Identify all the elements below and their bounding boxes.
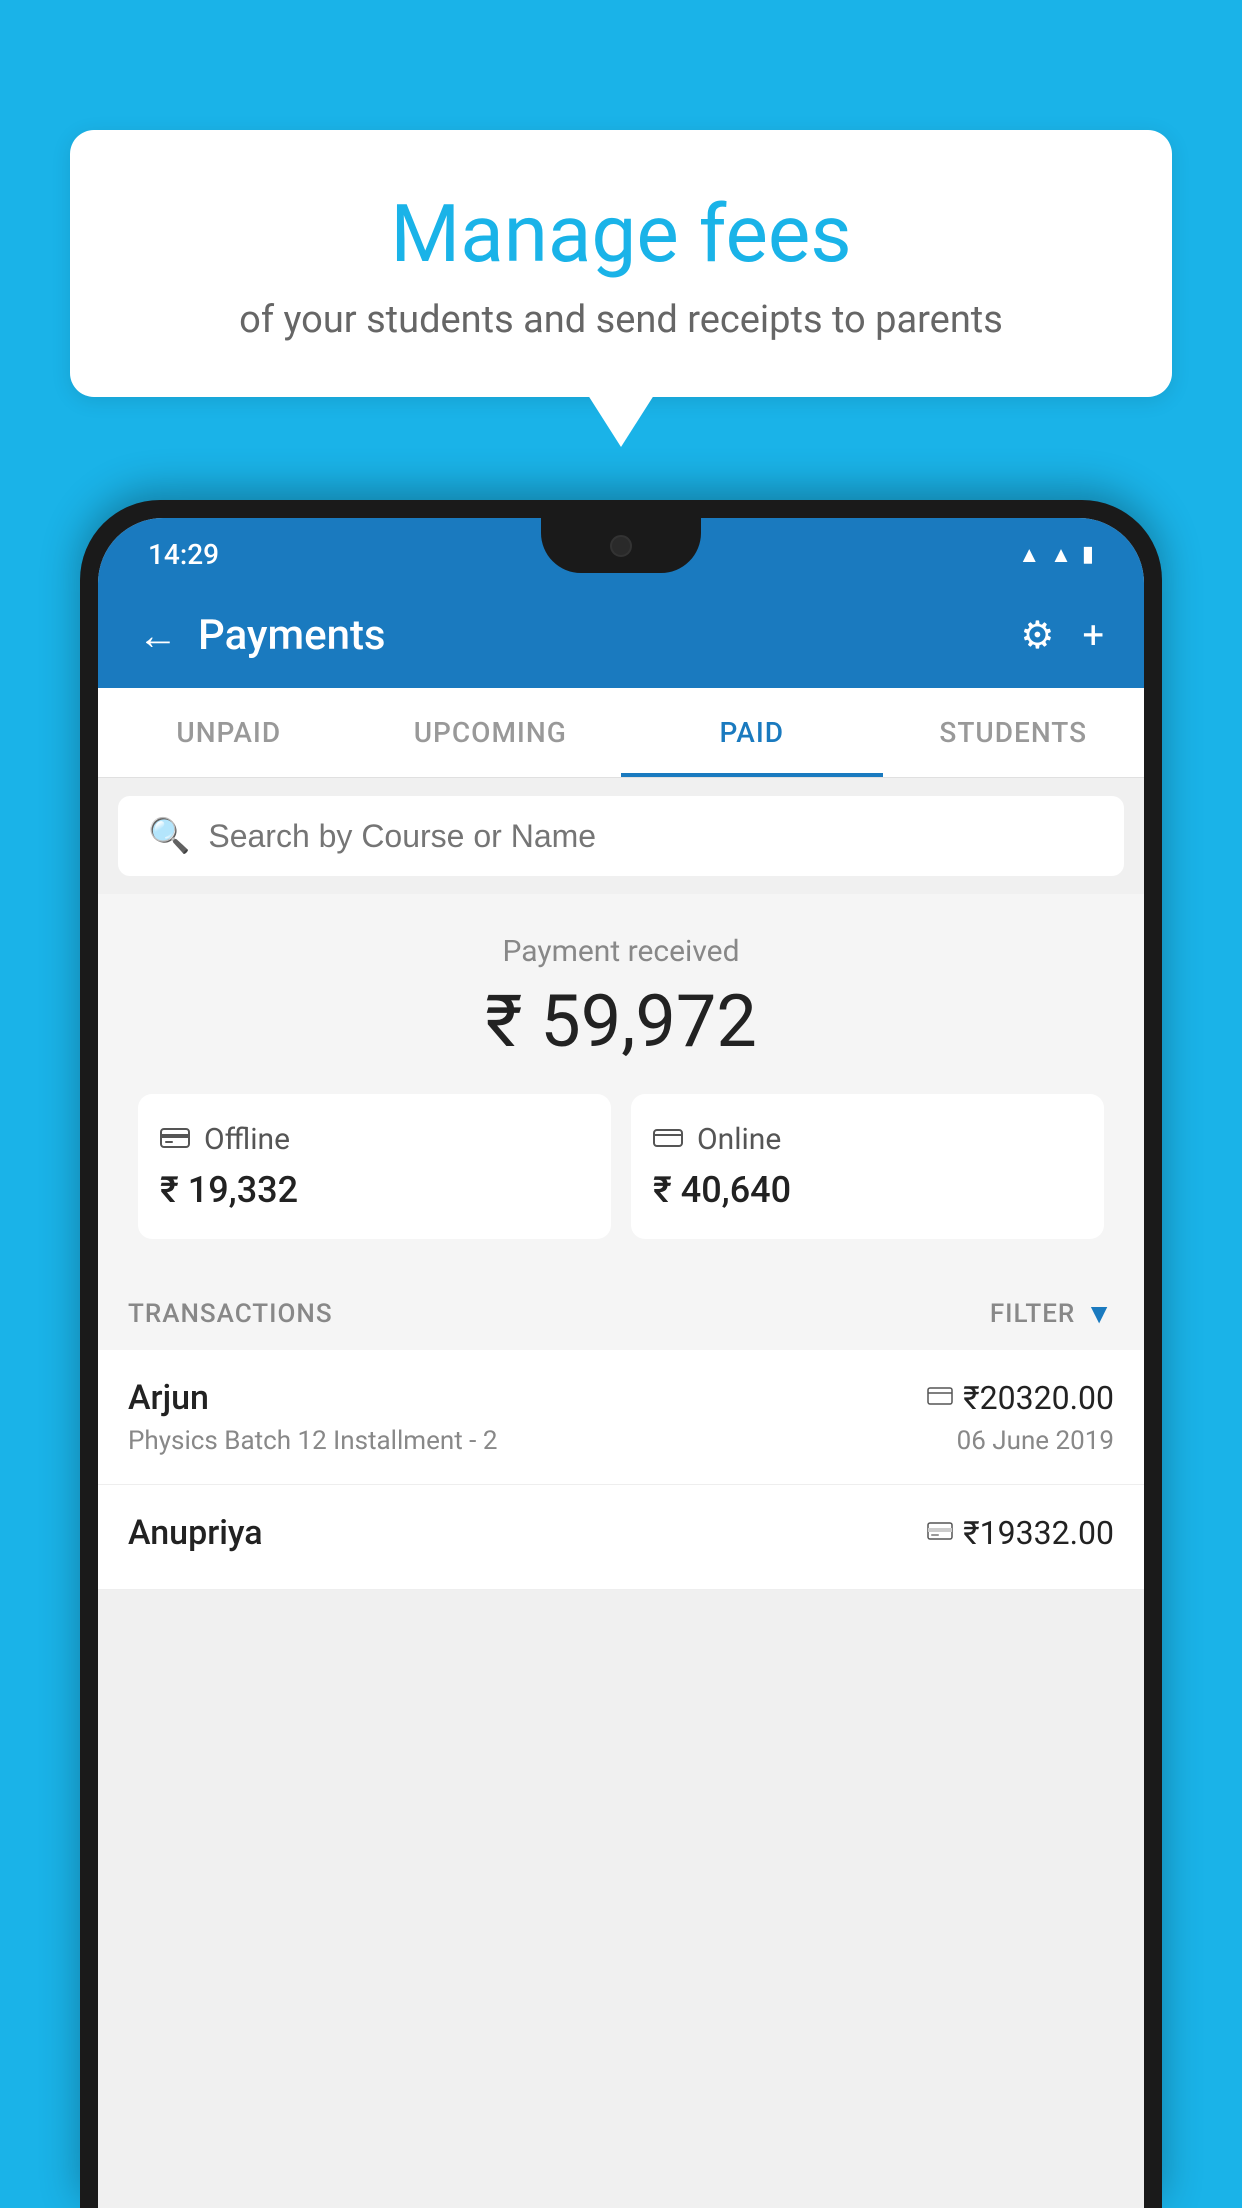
transactions-label: TRANSACTIONS <box>128 1299 333 1329</box>
transaction-amount: ₹20320.00 <box>963 1379 1114 1417</box>
transaction-top: Anupriya ₹19332.00 <box>128 1513 1114 1553</box>
search-inner: 🔍 <box>148 816 1094 856</box>
card-payment-icon <box>927 1383 953 1413</box>
student-name: Anupriya <box>128 1513 263 1553</box>
transactions-header: TRANSACTIONS FILTER ▼ <box>98 1269 1144 1350</box>
filter-label: FILTER <box>990 1299 1075 1329</box>
payment-total: ₹ 59,972 <box>128 979 1114 1064</box>
tab-unpaid[interactable]: UNPAID <box>98 688 360 777</box>
amount-row: ₹20320.00 <box>927 1379 1114 1417</box>
phone-frame: 14:29 ▲ ▲ ▮ ← Payments ⚙ + UNPAID UPCOMI… <box>80 500 1162 2208</box>
filter-button[interactable]: FILTER ▼ <box>990 1297 1114 1330</box>
speech-bubble-section: Manage fees of your students and send re… <box>70 130 1172 397</box>
status-time: 14:29 <box>148 538 219 571</box>
status-icons: ▲ ▲ ▮ <box>1018 542 1094 568</box>
offline-label: Offline <box>204 1122 290 1157</box>
add-icon[interactable]: + <box>1082 614 1104 658</box>
filter-icon: ▼ <box>1085 1297 1114 1330</box>
search-input[interactable] <box>208 818 1094 855</box>
phone-notch <box>541 518 701 573</box>
search-icon: 🔍 <box>148 816 190 856</box>
signal-icon: ▲ <box>1050 542 1072 568</box>
search-bar: 🔍 <box>118 796 1124 876</box>
tab-upcoming[interactable]: UPCOMING <box>360 688 622 777</box>
payment-received-label: Payment received <box>128 934 1114 969</box>
offline-icon <box>160 1122 190 1157</box>
transaction-date: 06 June 2019 <box>957 1426 1114 1456</box>
back-button[interactable]: ← <box>138 612 178 659</box>
offline-card: Offline ₹ 19,332 <box>138 1094 611 1239</box>
course-info: Physics Batch 12 Installment - 2 <box>128 1426 497 1456</box>
tabs-container: UNPAID UPCOMING PAID STUDENTS <box>98 688 1144 778</box>
wifi-icon: ▲ <box>1018 542 1040 568</box>
bubble-subtitle: of your students and send receipts to pa… <box>120 298 1122 342</box>
tab-students[interactable]: STUDENTS <box>883 688 1145 777</box>
tab-paid[interactable]: PAID <box>621 688 883 777</box>
offline-card-header: Offline <box>160 1122 589 1157</box>
battery-icon: ▮ <box>1082 542 1094 567</box>
online-card-header: Online <box>653 1122 1082 1157</box>
online-amount: ₹ 40,640 <box>653 1169 1082 1211</box>
online-label: Online <box>697 1122 781 1157</box>
bubble-title: Manage fees <box>120 190 1122 278</box>
payment-summary: Payment received ₹ 59,972 Offline <box>98 894 1144 1269</box>
student-name: Arjun <box>128 1378 209 1418</box>
payment-cards: Offline ₹ 19,332 Online <box>138 1094 1104 1239</box>
online-icon <box>653 1122 683 1157</box>
app-header: ← Payments ⚙ + <box>98 583 1144 688</box>
transaction-amount: ₹19332.00 <box>963 1514 1114 1552</box>
table-row[interactable]: Anupriya ₹19332.00 <box>98 1485 1144 1590</box>
cash-payment-icon <box>927 1518 953 1548</box>
page-title: Payments <box>198 611 1000 660</box>
offline-amount: ₹ 19,332 <box>160 1169 589 1211</box>
camera <box>610 535 632 557</box>
phone-screen: 14:29 ▲ ▲ ▮ ← Payments ⚙ + UNPAID UPCOMI… <box>98 518 1144 2208</box>
transaction-bottom: Physics Batch 12 Installment - 2 06 June… <box>128 1426 1114 1456</box>
speech-bubble: Manage fees of your students and send re… <box>70 130 1172 397</box>
amount-row: ₹19332.00 <box>927 1514 1114 1552</box>
online-card: Online ₹ 40,640 <box>631 1094 1104 1239</box>
table-row[interactable]: Arjun ₹20320.00 Physics Batch 12 Install… <box>98 1350 1144 1485</box>
transaction-list: Arjun ₹20320.00 Physics Batch 12 Install… <box>98 1350 1144 1590</box>
header-icons: ⚙ + <box>1020 613 1104 658</box>
settings-icon[interactable]: ⚙ <box>1020 613 1054 658</box>
transaction-top: Arjun ₹20320.00 <box>128 1378 1114 1418</box>
